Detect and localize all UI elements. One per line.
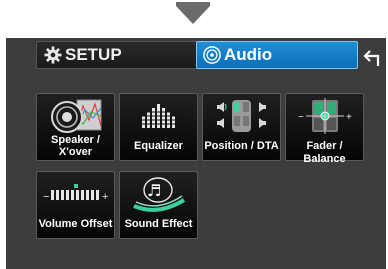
position-dta-button[interactable]: Position / DTA [202, 93, 281, 161]
svg-text:−: − [43, 191, 49, 203]
sound-effect-button[interactable]: ♬ Sound Effect [119, 171, 198, 239]
sound-effect-icon: ♬ [133, 177, 186, 212]
speaker-xover-label-line2: X'over [58, 146, 93, 158]
back-arrow-icon[interactable] [362, 48, 382, 68]
speaker-xover-button[interactable]: Speaker / X'over [36, 93, 115, 161]
setup-tab-label: SETUP [65, 45, 122, 64]
fader-balance-button[interactable]: − + Fader / Balance [285, 93, 364, 165]
svg-text:♬: ♬ [147, 181, 161, 200]
position-icon [217, 100, 266, 132]
audio-tab[interactable]: Audio [196, 41, 358, 69]
equalizer-button[interactable]: Equalizer [119, 93, 198, 161]
setup-tab[interactable]: SETUP [36, 41, 198, 69]
svg-text:+: + [346, 112, 352, 123]
volume-offset-label: Volume Offset [38, 218, 113, 230]
down-arrow-icon [176, 6, 210, 24]
svg-text:+: + [102, 191, 108, 203]
audio-disc-icon [203, 46, 221, 64]
speaker-icon [51, 99, 102, 133]
fader-balance-label: Fader / Balance [303, 140, 346, 165]
volume-offset-button[interactable]: − + Volume Offset [36, 171, 115, 239]
fader-balance-icon: − + [298, 98, 352, 134]
volume-offset-icon: − + [43, 184, 108, 203]
svg-text:−: − [298, 112, 304, 123]
gear-icon [44, 46, 62, 64]
equalizer-label: Equalizer [134, 140, 183, 152]
audio-tab-label: Audio [224, 45, 273, 64]
sound-effect-label: Sound Effect [124, 218, 193, 230]
audio-screen: SETUP Audio Speaker / X'over Equalizer P… [6, 38, 386, 269]
position-dta-label: Position / DTA [204, 140, 279, 152]
equalizer-icon [140, 104, 178, 128]
